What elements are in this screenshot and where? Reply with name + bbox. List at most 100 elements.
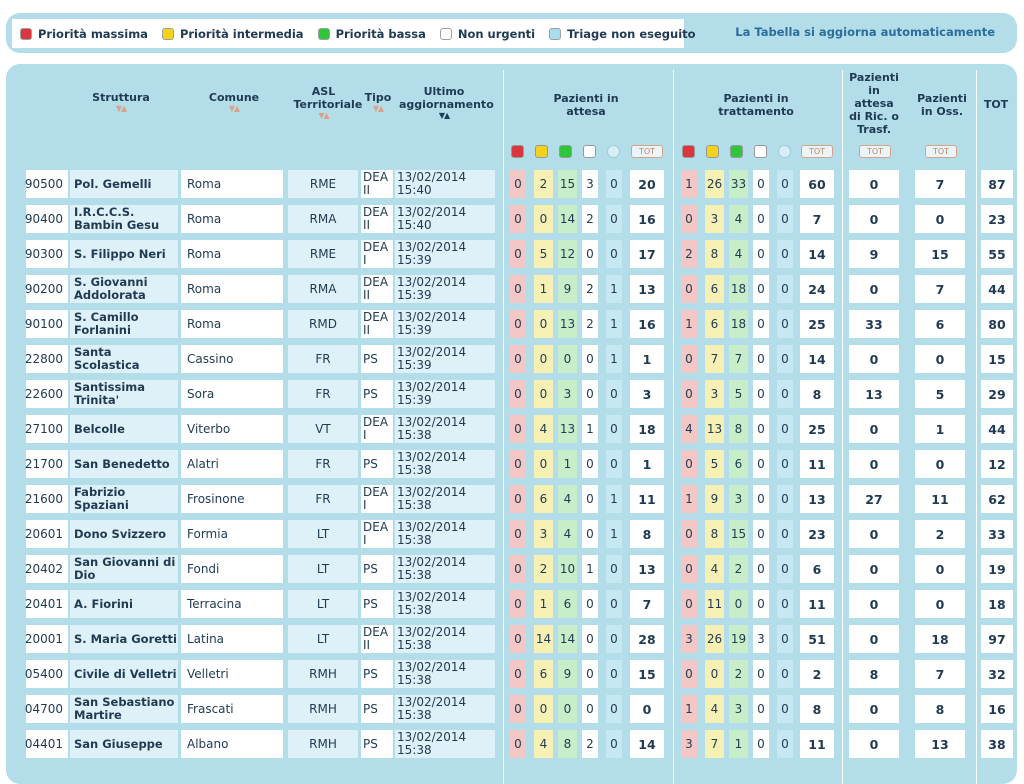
- legend-items: Priorità massima Priorità intermedia Prior…: [12, 19, 696, 48]
- struttura-name[interactable]: Santa Scolastica: [70, 345, 178, 373]
- sort-icon[interactable]: ▼▲: [286, 111, 361, 121]
- header-tot-tag[interactable]: TOT: [859, 145, 891, 158]
- ric-trasf-count: 0: [849, 695, 899, 723]
- struttura-name[interactable]: Fabrizio Spaziani: [70, 485, 178, 513]
- comune: Roma: [181, 170, 283, 198]
- table-row[interactable]: [6, 625, 7, 653]
- table-row[interactable]: [6, 345, 7, 373]
- struttura-name[interactable]: S. Camillo Forlanini: [70, 310, 178, 338]
- header-tot-tag[interactable]: TOT: [801, 145, 833, 158]
- ric-trasf-count: 0: [849, 450, 899, 478]
- trattamento-count-yellow: 4: [705, 555, 724, 583]
- trattamento-count-red: 2: [681, 240, 697, 268]
- table-row[interactable]: [6, 730, 7, 758]
- ric-trasf-count: 0: [849, 555, 899, 583]
- trattamento-count-yellow: 13: [705, 415, 724, 443]
- table-row[interactable]: [6, 310, 7, 338]
- trattamento-count-blue: 0: [777, 485, 793, 513]
- header-struttura[interactable]: Struttura ▼▲: [66, 91, 176, 114]
- comune: Viterbo: [181, 415, 283, 443]
- header-swatch-yellow-icon[interactable]: [535, 145, 548, 158]
- table-row[interactable]: [6, 660, 7, 688]
- struttura-name[interactable]: S. Giovanni Addolorata: [70, 275, 178, 303]
- header-tot-tag[interactable]: TOT: [925, 145, 957, 158]
- header-swatch-green-icon[interactable]: [559, 145, 572, 158]
- header-swatch-red-icon[interactable]: [511, 145, 524, 158]
- struttura-name[interactable]: San Giuseppe: [70, 730, 178, 758]
- struttura-name[interactable]: A. Fiorini: [70, 590, 178, 618]
- attesa-count-red: 0: [510, 310, 526, 338]
- sort-icon[interactable]: ▼▲: [362, 104, 394, 114]
- header-tot-tag[interactable]: TOT: [631, 145, 663, 158]
- asl-territoriale: FR: [288, 380, 358, 408]
- attesa-count-blue: 0: [606, 240, 622, 268]
- struttura-name[interactable]: Santissima Trinita': [70, 380, 178, 408]
- struttura-name[interactable]: Pol. Gemelli: [70, 170, 178, 198]
- trattamento-count-white: 0: [753, 695, 769, 723]
- struttura-name[interactable]: S. Maria Goretti: [70, 625, 178, 653]
- comune: Cassino: [181, 345, 283, 373]
- attesa-count-white: 0: [582, 380, 598, 408]
- oss-count: 7: [915, 170, 965, 198]
- header-swatch-green-icon[interactable]: [730, 145, 743, 158]
- trattamento-count-green: 2: [729, 660, 748, 688]
- table-row[interactable]: [6, 275, 7, 303]
- table-row[interactable]: [6, 380, 7, 408]
- struttura-name[interactable]: I.R.C.C.S. Bambin Gesu: [70, 205, 178, 233]
- ric-trasf-count: 0: [849, 275, 899, 303]
- sort-desc-icon[interactable]: ▼▲: [394, 111, 494, 121]
- row-total: 16: [981, 695, 1013, 723]
- header-ultimo-aggiornamento[interactable]: Ultimo aggiornamento ▼▲: [394, 85, 494, 121]
- header-swatch-red-icon[interactable]: [682, 145, 695, 158]
- ultimo-aggiornamento: 13/02/2014 15:38: [395, 660, 495, 688]
- attesa-total: 7: [630, 590, 664, 618]
- trattamento-count-blue: 0: [777, 345, 793, 373]
- struttura-name[interactable]: San Giovanni di Dio: [70, 555, 178, 583]
- table-row[interactable]: [6, 415, 7, 443]
- struttura-name[interactable]: Civile di Velletri: [70, 660, 178, 688]
- trattamento-count-blue: 0: [777, 590, 793, 618]
- header-swatch-blue-icon[interactable]: [607, 145, 620, 158]
- attesa-total: 1: [630, 345, 664, 373]
- attesa-count-red: 0: [510, 520, 526, 548]
- oss-count: 0: [915, 590, 965, 618]
- ric-trasf-count: 13: [849, 380, 899, 408]
- table-row[interactable]: [6, 205, 7, 233]
- table-row[interactable]: [6, 450, 7, 478]
- sort-icon[interactable]: ▼▲: [66, 104, 176, 114]
- legend-item-priorita-intermedia: Priorità intermedia: [161, 27, 304, 41]
- attesa-count-green: 0: [558, 695, 577, 723]
- trattamento-count-white: 0: [753, 205, 769, 233]
- header-tipo[interactable]: Tipo ▼▲: [362, 91, 394, 114]
- trattamento-count-yellow: 3: [705, 205, 724, 233]
- header-swatch-yellow-icon[interactable]: [706, 145, 719, 158]
- attesa-count-yellow: 0: [534, 450, 553, 478]
- attesa-count-blue: 0: [606, 625, 622, 653]
- comune: Velletri: [181, 660, 283, 688]
- sort-icon[interactable]: ▼▲: [189, 104, 279, 114]
- header-swatch-white-icon[interactable]: [583, 145, 596, 158]
- ultimo-aggiornamento: 13/02/2014 15:38: [395, 520, 495, 548]
- header-swatch-blue-icon[interactable]: [778, 145, 791, 158]
- header-asl[interactable]: ASL Territoriale ▼▲: [286, 85, 363, 121]
- header-comune[interactable]: Comune ▼▲: [189, 91, 279, 114]
- attesa-count-red: 0: [510, 170, 526, 198]
- struttura-name[interactable]: San Sebastiano Martire: [70, 695, 178, 723]
- table-row[interactable]: [6, 590, 7, 618]
- header-swatch-white-icon[interactable]: [754, 145, 767, 158]
- struttura-name[interactable]: San Benedetto: [70, 450, 178, 478]
- table-row[interactable]: [6, 555, 7, 583]
- struttura-name[interactable]: Dono Svizzero: [70, 520, 178, 548]
- table-row[interactable]: [6, 695, 7, 723]
- struttura-name[interactable]: S. Filippo Neri: [70, 240, 178, 268]
- trattamento-count-yellow: 7: [705, 345, 724, 373]
- table-row[interactable]: [6, 170, 7, 198]
- comune: Roma: [181, 275, 283, 303]
- table-row[interactable]: [6, 520, 7, 548]
- comune: Frascati: [181, 695, 283, 723]
- struttura-name[interactable]: Belcolle: [70, 415, 178, 443]
- attesa-count-blue: 0: [606, 555, 622, 583]
- table-row[interactable]: [6, 240, 7, 268]
- attesa-count-white: 0: [582, 590, 598, 618]
- table-row[interactable]: [6, 485, 7, 513]
